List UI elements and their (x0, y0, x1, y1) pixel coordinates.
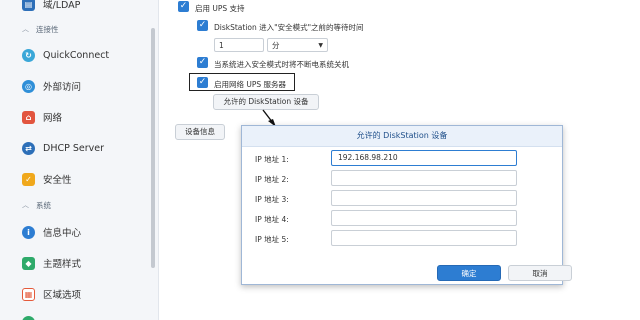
dialog-title: 允许的 DiskStation 设备 (242, 126, 562, 147)
ip-address-1-input[interactable]: 192.168.98.210 (331, 150, 517, 166)
ip-label-4: IP 地址 4: (255, 215, 289, 224)
ip-address-2-input[interactable] (331, 170, 517, 186)
ip-address-3-input[interactable] (331, 190, 517, 206)
ip-address-5-input[interactable] (331, 230, 517, 246)
cancel-button[interactable]: 取消 (508, 265, 572, 281)
ip-label-3: IP 地址 3: (255, 195, 289, 204)
ip-label-2: IP 地址 2: (255, 175, 289, 184)
allowed-devices-dialog: 允许的 DiskStation 设备 IP 地址 1: 192.168.98.2… (241, 125, 572, 285)
ok-button[interactable]: 确定 (437, 265, 501, 281)
ip-label-5: IP 地址 5: (255, 235, 289, 244)
ip-label-1: IP 地址 1: (255, 155, 289, 164)
ip-address-4-input[interactable] (331, 210, 517, 226)
